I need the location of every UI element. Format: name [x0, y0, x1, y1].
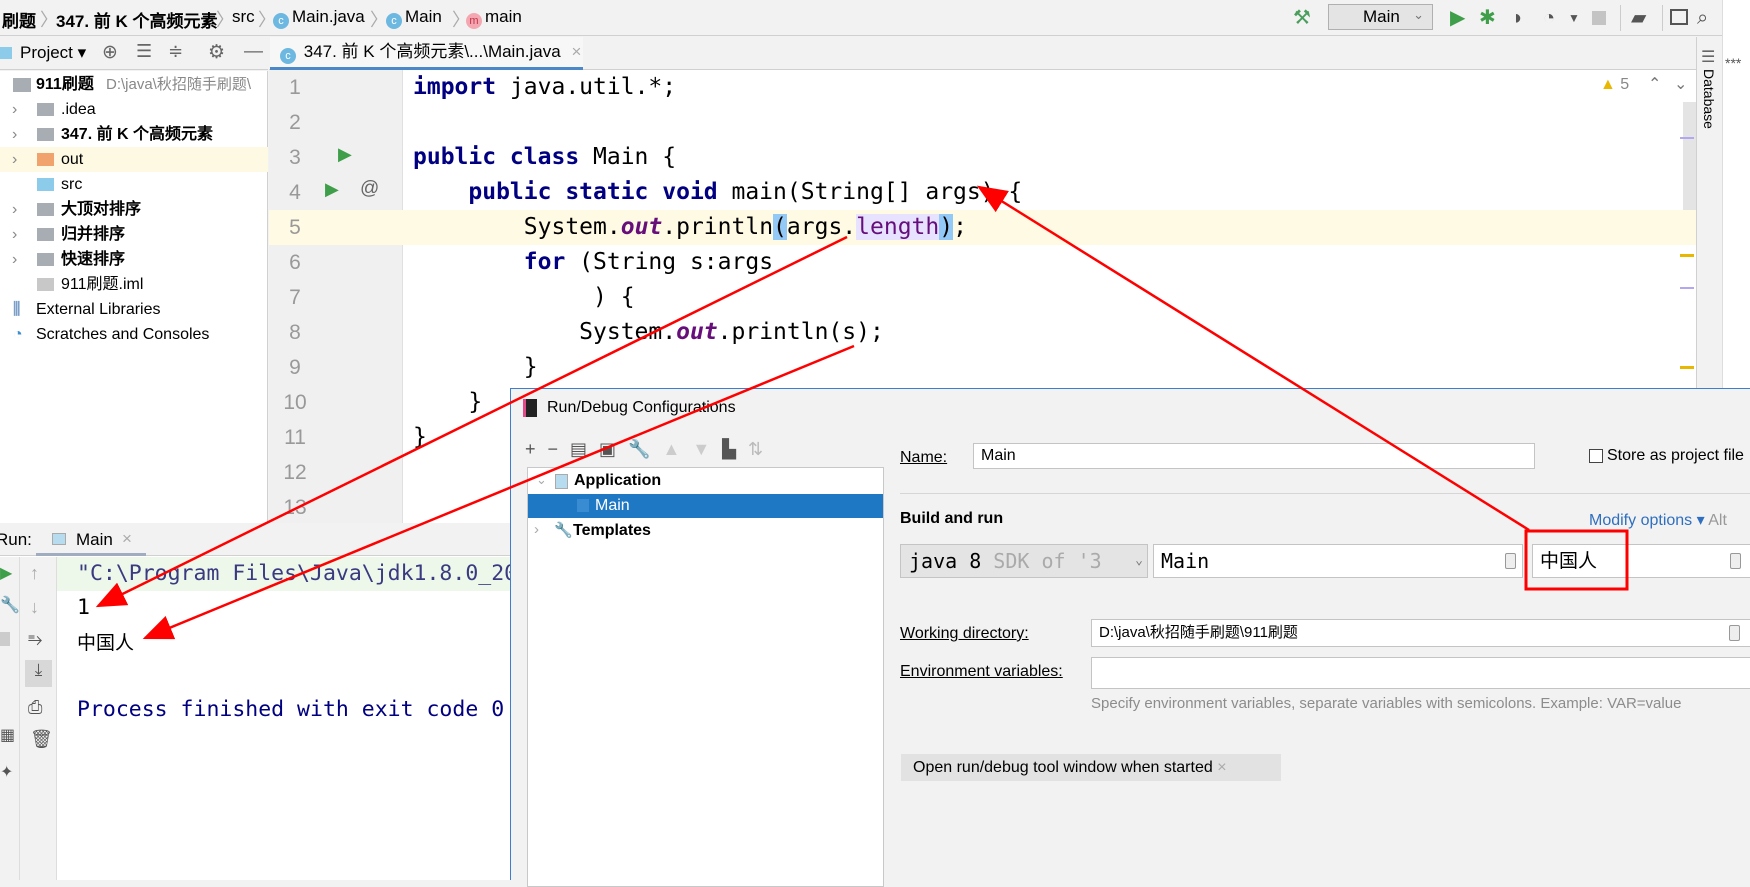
annotation-box-program-arguments	[1524, 529, 1629, 591]
annotation-arrow-args-to-program-arguments	[976, 185, 1530, 532]
annotation-arrow-length-to-output	[95, 235, 848, 608]
annotation-arrow-println-to-output	[142, 344, 855, 640]
annotation-overlay	[95, 185, 1629, 640]
